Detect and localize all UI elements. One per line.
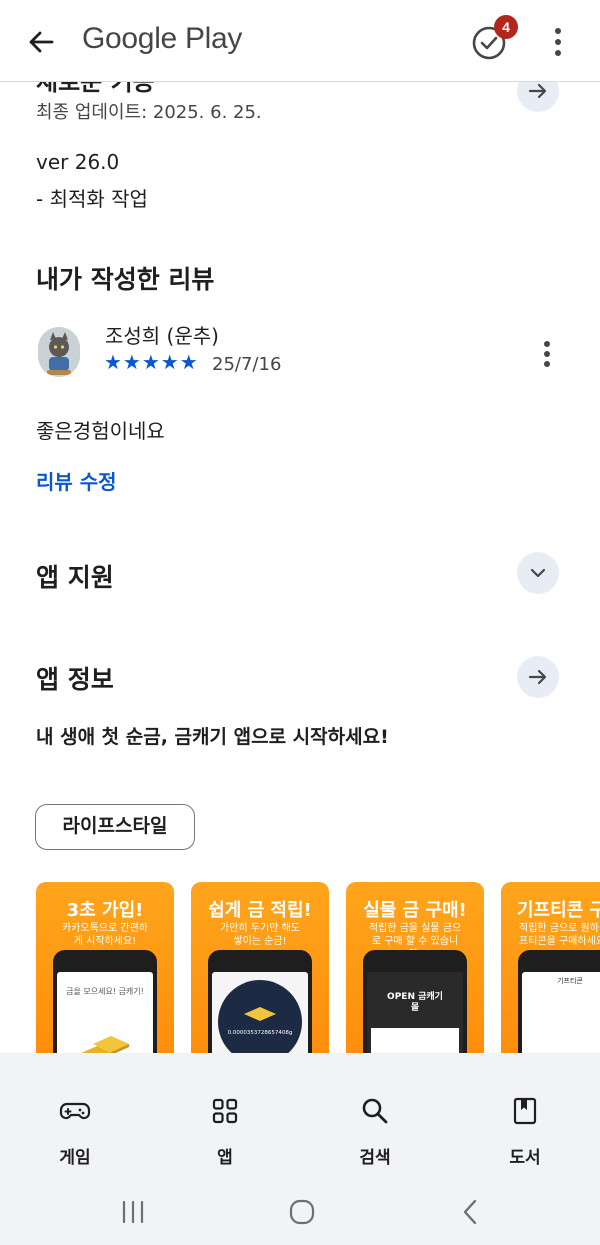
last-updated: 최종 업데이트: 2025. 6. 25. <box>36 102 262 123</box>
nav-item-games[interactable] <box>25 1095 125 1131</box>
screenshot-title: 3초 가입! <box>66 900 144 921</box>
recent-apps-icon[interactable] <box>118 1197 148 1227</box>
star-rating: ★★★★★ <box>104 350 199 374</box>
nav-item-search[interactable] <box>325 1095 425 1131</box>
book-icon <box>513 1097 537 1125</box>
gold-bar-icon <box>244 1007 276 1021</box>
avatar <box>38 327 80 377</box>
google-play-brand: Google Play <box>82 22 243 55</box>
gold-amount: 0.0000353728657408g <box>227 1030 293 1036</box>
nav-item-apps[interactable] <box>175 1095 275 1131</box>
screenshot-subtitle: 적립한 금으로 원하는 기프티콘을 구매하세요 <box>519 923 600 947</box>
system-back-icon[interactable] <box>456 1197 486 1227</box>
home-icon[interactable] <box>287 1197 317 1227</box>
back-arrow-icon[interactable] <box>22 22 62 62</box>
notification-badge: 4 <box>494 15 518 39</box>
cat-avatar-icon <box>38 327 80 377</box>
nav-label-games: 게임 <box>59 1148 91 1168</box>
review-text: 좋은경험이네요 <box>36 419 165 443</box>
system-navigation-bar <box>0 1180 600 1245</box>
screenshot-1[interactable]: 3초 가입! 카카오톡으로 간편하게 시작하세요! 금을 모으세요! 금캐기! <box>36 882 174 1082</box>
category-chip[interactable]: 라이프스타일 <box>35 804 195 850</box>
review-more-icon[interactable] <box>540 338 554 370</box>
app-info-title: 앱 정보 <box>36 665 114 694</box>
nav-label-search: 검색 <box>359 1148 391 1168</box>
screen-text: OPEN 금캐기 몰 <box>387 992 443 1013</box>
screenshot-subtitle: 가만히 두기만 해도 쌓이는 순금! <box>220 923 300 947</box>
nav-label-books: 도서 <box>509 1148 541 1168</box>
release-note: - 최적화 작업 <box>36 187 148 211</box>
app-support-expand-button[interactable] <box>517 552 559 594</box>
reviewer-name: 조성희 (운추) <box>105 324 219 348</box>
nav-item-books[interactable] <box>475 1095 575 1131</box>
edit-review-link[interactable]: 리뷰 수정 <box>36 466 117 495</box>
app-tagline: 내 생애 첫 순금, 금캐기 앱으로 시작하세요! <box>36 726 389 748</box>
search-icon <box>362 1098 388 1124</box>
apps-grid-icon <box>212 1098 238 1124</box>
gold-balance-circle: 0.0000353728657408g <box>218 980 302 1064</box>
more-vert-icon[interactable] <box>544 24 572 60</box>
my-review-title: 내가 작성한 리뷰 <box>36 265 215 294</box>
nav-label-apps: 앱 <box>217 1148 233 1168</box>
arrow-right-icon <box>528 83 547 99</box>
screenshot-title: 실물 금 구매! <box>363 900 467 921</box>
top-app-bar: Google Play 4 <box>0 0 600 82</box>
screenshot-2[interactable]: 쉽게 금 적립! 가만히 두기만 해도 쌓이는 순금! 0.0000353728… <box>191 882 329 1082</box>
screenshot-title: 기프티콘 구 <box>517 900 600 921</box>
chevron-down-icon <box>530 568 546 578</box>
arrow-right-icon <box>528 669 547 685</box>
screenshot-subtitle: 카카오톡으로 간편하게 시작하세요! <box>62 923 148 947</box>
screenshot-title: 쉽게 금 적립! <box>208 900 312 921</box>
screen-text: 금을 모으세요! 금캐기! <box>66 987 144 996</box>
screenshot-4[interactable]: 기프티콘 구 적립한 금으로 원하는 기프티콘을 구매하세요 기프티콘 <box>501 882 600 1082</box>
version-text: ver 26.0 <box>36 150 120 174</box>
gamepad-icon <box>59 1102 91 1120</box>
app-support-title: 앱 지원 <box>36 563 114 592</box>
screen-text: 기프티콘 <box>557 977 583 985</box>
screenshot-3[interactable]: 실물 금 구매! 적립한 금을 실물 금으로 구매 할 수 있습니다. OPEN… <box>346 882 484 1082</box>
review-date: 25/7/16 <box>212 354 282 375</box>
app-info-arrow-button[interactable] <box>517 656 559 698</box>
